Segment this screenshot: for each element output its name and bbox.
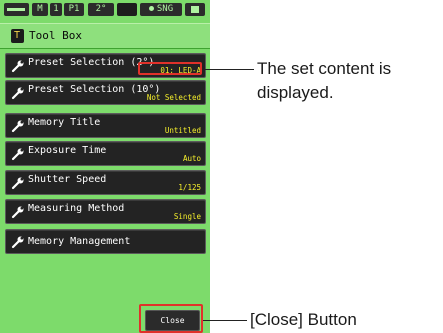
- callout-close-button: [Close] Button: [250, 310, 357, 329]
- wrench-icon: [11, 236, 24, 249]
- measure-mode-text: SNG: [156, 4, 174, 14]
- memory-mode-indicator: M: [32, 3, 48, 16]
- menu-item-label: Exposure Time: [28, 145, 107, 156]
- callout-line-content: [202, 69, 254, 70]
- title-bar: T Tool Box: [0, 23, 210, 49]
- menu-item-measuring-method[interactable]: Measuring Method Single: [5, 199, 206, 224]
- menu-item-label: Memory Title: [28, 117, 101, 128]
- menu-item-label: Measuring Method: [28, 203, 125, 214]
- menu-item-label: Shutter Speed: [28, 174, 107, 185]
- measure-mode-indicator: SNG: [140, 3, 182, 16]
- card-icon: [185, 3, 205, 16]
- preset-indicator: P1: [64, 3, 84, 16]
- callout-line-close: [203, 320, 247, 321]
- wrench-icon: [11, 206, 24, 219]
- menu-item-value: Single: [173, 212, 201, 221]
- menu-item-preset-10[interactable]: Preset Selection (10°) Not Selected: [5, 80, 206, 105]
- wrench-icon: [11, 177, 24, 190]
- toolbox-icon: T: [11, 29, 24, 43]
- menu-item-label: Memory Management: [28, 236, 131, 247]
- menu-item-value: Not Selected: [146, 93, 201, 102]
- wrench-icon: [11, 148, 24, 161]
- menu-item-exposure-time[interactable]: Exposure Time Auto: [5, 141, 206, 166]
- close-button-highlight: [139, 304, 203, 333]
- menu-item-value: Untitled: [164, 126, 201, 135]
- menu-item-shutter-speed[interactable]: Shutter Speed 1/125: [5, 170, 206, 195]
- wrench-icon: [11, 120, 24, 133]
- menu-item-memory-title[interactable]: Memory Title Untitled: [5, 113, 206, 138]
- memory-number: 1: [50, 3, 62, 16]
- status-bar: M 1 P1 2° SNG: [4, 3, 205, 17]
- callout-set-content: The set content is displayed.: [257, 59, 392, 102]
- menu-item-memory-management[interactable]: Memory Management: [5, 229, 206, 254]
- wrench-icon: [11, 87, 24, 100]
- set-content-highlight: [138, 62, 202, 75]
- page-title: Tool Box: [29, 29, 82, 42]
- tool-box-screen: M 1 P1 2° SNG T Tool Box Preset Selectio…: [0, 0, 210, 333]
- wrench-icon: [11, 60, 24, 73]
- dot-icon: [148, 6, 154, 11]
- menu-item-value: 1/125: [178, 183, 201, 192]
- blank-indicator: [117, 3, 137, 16]
- battery-icon: [4, 3, 29, 16]
- menu-item-value: Auto: [182, 154, 201, 163]
- menu-item-label: Preset Selection (2°): [28, 57, 155, 68]
- menu-item-label: Preset Selection (10°): [28, 84, 161, 95]
- angle-indicator: 2°: [88, 3, 114, 16]
